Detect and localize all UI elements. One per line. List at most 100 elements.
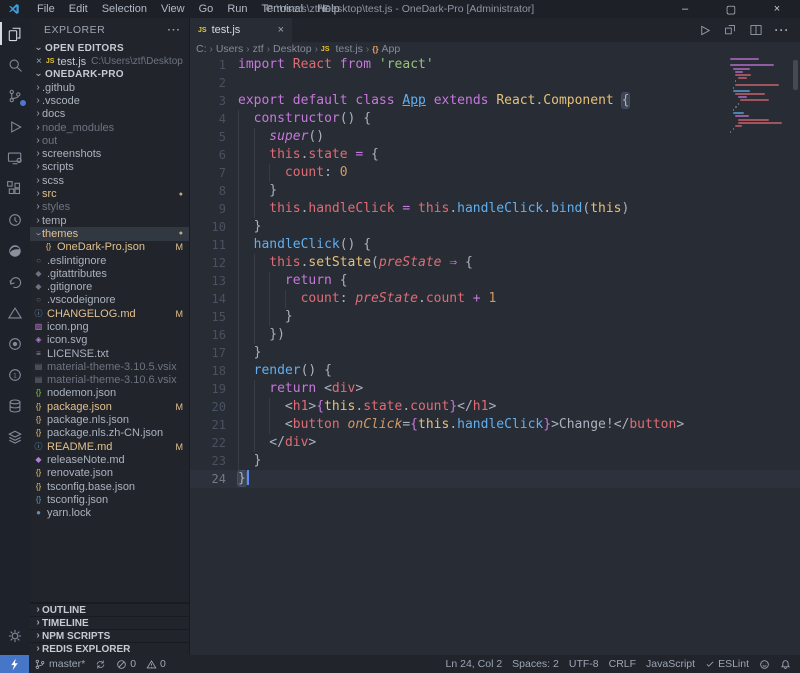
line-number[interactable]: 21 <box>190 416 226 434</box>
split-editor-icon[interactable] <box>748 22 764 38</box>
code-line-13[interactable]: 13return { <box>190 272 800 290</box>
tree-file-yarn.lock[interactable]: ●yarn.lock <box>30 507 189 520</box>
test-explorer-icon[interactable] <box>0 204 30 235</box>
tree-file-OneDark-Pro.json[interactable]: {}OneDark-Pro.jsonM <box>30 241 189 254</box>
tree-file-.gitignore[interactable]: ◆.gitignore <box>30 280 189 293</box>
code-line-11[interactable]: 11handleClick() { <box>190 236 800 254</box>
tree-file-LICENSE.txt[interactable]: ≡LICENSE.txt <box>30 347 189 360</box>
menu-help[interactable]: Help <box>310 2 347 16</box>
tree-folder-screenshots[interactable]: ›screenshots <box>30 147 189 160</box>
cursor-position[interactable]: Ln 24, Col 2 <box>441 655 508 673</box>
eol[interactable]: CRLF <box>604 655 641 673</box>
line-number[interactable]: 16 <box>190 326 226 344</box>
open-editor-item[interactable]: ×JStest.jsC:\Users\ztf\Desktop <box>30 55 189 68</box>
errors[interactable]: 0 <box>111 655 141 673</box>
menu-view[interactable]: View <box>154 2 192 16</box>
line-number[interactable]: 7 <box>190 164 226 182</box>
tree-file-renovate.json[interactable]: {}renovate.json <box>30 467 189 480</box>
tree-folder-scss[interactable]: ›scss <box>30 174 189 187</box>
minimize-button[interactable]: – <box>662 0 708 18</box>
code-line-15[interactable]: 15} <box>190 308 800 326</box>
code-line-9[interactable]: 9this.handleClick = this.handleClick.bin… <box>190 200 800 218</box>
line-number[interactable]: 15 <box>190 308 226 326</box>
tree-folder-temp[interactable]: ›temp <box>30 214 189 227</box>
tab-close-icon[interactable]: × <box>278 24 284 36</box>
tree-file-releaseNote.md[interactable]: ◆releaseNote.md <box>30 453 189 466</box>
code-line-1[interactable]: 1import React from 'react' <box>190 56 800 74</box>
browser-icon[interactable] <box>0 235 30 266</box>
line-number[interactable]: 5 <box>190 128 226 146</box>
eslint[interactable]: ESLint <box>700 655 754 673</box>
line-number[interactable]: 9 <box>190 200 226 218</box>
line-number[interactable]: 2 <box>190 74 226 92</box>
tree-file-material-theme-3.10.5.vsix[interactable]: ▤material-theme-3.10.5.vsix <box>30 360 189 373</box>
settings-gear-icon[interactable] <box>0 620 30 651</box>
history-arrow-icon[interactable] <box>0 266 30 297</box>
tree-file-nodemon.json[interactable]: {}nodemon.json <box>30 387 189 400</box>
project-header[interactable]: › ONEDARK-PRO <box>30 68 189 81</box>
tree-file-.vscodeignore[interactable]: ○.vscodeignore <box>30 294 189 307</box>
warnings[interactable]: 0 <box>141 655 171 673</box>
code-line-22[interactable]: 22</div> <box>190 434 800 452</box>
remote-indicator[interactable] <box>0 655 29 673</box>
indentation[interactable]: Spaces: 2 <box>507 655 564 673</box>
tree-file-package.nls.json[interactable]: {}package.nls.json <box>30 413 189 426</box>
line-number[interactable]: 22 <box>190 434 226 452</box>
breadcrumb-c[interactable]: C: <box>196 43 207 55</box>
line-number[interactable]: 17 <box>190 344 226 362</box>
tree-file-icon.png[interactable]: ▨icon.png <box>30 320 189 333</box>
tree-folder-themes[interactable]: ›themes● <box>30 227 189 240</box>
line-number[interactable]: 24 <box>190 470 226 488</box>
line-number[interactable]: 10 <box>190 218 226 236</box>
tree-folder-src[interactable]: ›src● <box>30 187 189 200</box>
triangle-icon[interactable] <box>0 297 30 328</box>
tree-file-package.json[interactable]: {}package.jsonM <box>30 400 189 413</box>
rerun-icon[interactable] <box>722 22 738 38</box>
tree-folder-docs[interactable]: ›docs <box>30 108 189 121</box>
tree-file-package.nls.zh-CN.json[interactable]: {}package.nls.zh-CN.json <box>30 427 189 440</box>
live-preview-icon[interactable] <box>0 142 30 173</box>
tree-folder-node_modules[interactable]: ›node_modules <box>30 121 189 134</box>
code-line-10[interactable]: 10} <box>190 218 800 236</box>
code-line-12[interactable]: 12this.setState(preState ⇒ { <box>190 254 800 272</box>
code-area[interactable]: 1import React from 'react'23export defau… <box>190 56 800 655</box>
notifications[interactable] <box>775 655 796 673</box>
code-line-16[interactable]: 16}) <box>190 326 800 344</box>
code-line-7[interactable]: 7count: 0 <box>190 164 800 182</box>
code-line-8[interactable]: 8} <box>190 182 800 200</box>
tree-folder-.github[interactable]: ›.github <box>30 81 189 94</box>
line-number[interactable]: 14 <box>190 290 226 308</box>
numbered-circle-icon[interactable]: 1 <box>0 359 30 390</box>
open-editors-header[interactable]: › OPEN EDITORS <box>30 42 189 55</box>
tree-file-README.md[interactable]: ⓘREADME.mdM <box>30 440 189 453</box>
tree-folder-styles[interactable]: ›styles <box>30 201 189 214</box>
close-button[interactable]: × <box>754 0 800 18</box>
tree-folder-out[interactable]: ›out <box>30 134 189 147</box>
code-line-19[interactable]: 19return <div> <box>190 380 800 398</box>
code-line-5[interactable]: 5super() <box>190 128 800 146</box>
encoding[interactable]: UTF-8 <box>564 655 604 673</box>
tree-file-.gitattributes[interactable]: ◆.gitattributes <box>30 267 189 280</box>
code-line-2[interactable]: 2 <box>190 74 800 92</box>
feedback[interactable] <box>754 655 775 673</box>
search-icon[interactable] <box>0 49 30 80</box>
sync[interactable] <box>90 655 111 673</box>
code-line-17[interactable]: 17} <box>190 344 800 362</box>
maximize-button[interactable]: ▢ <box>708 0 754 18</box>
breadcrumb-users[interactable]: Users <box>216 43 243 55</box>
git-branch[interactable]: master* <box>29 655 90 673</box>
menu-file[interactable]: File <box>30 2 62 16</box>
line-number[interactable]: 3 <box>190 92 226 110</box>
close-icon[interactable]: × <box>36 56 42 67</box>
line-number[interactable]: 8 <box>190 182 226 200</box>
panel-redis-explorer[interactable]: ›REDIS EXPLORER <box>30 642 189 655</box>
tree-folder-scripts[interactable]: ›scripts <box>30 161 189 174</box>
menu-selection[interactable]: Selection <box>95 2 154 16</box>
code-line-23[interactable]: 23} <box>190 452 800 470</box>
tab-testjs[interactable]: JS test.js × <box>190 18 292 42</box>
editor-scrollbar[interactable] <box>793 60 798 90</box>
menu-run[interactable]: Run <box>220 2 254 16</box>
panel-timeline[interactable]: ›TIMELINE <box>30 616 189 629</box>
line-number[interactable]: 13 <box>190 272 226 290</box>
tree-file-CHANGELOG.md[interactable]: ⓘCHANGELOG.mdM <box>30 307 189 320</box>
